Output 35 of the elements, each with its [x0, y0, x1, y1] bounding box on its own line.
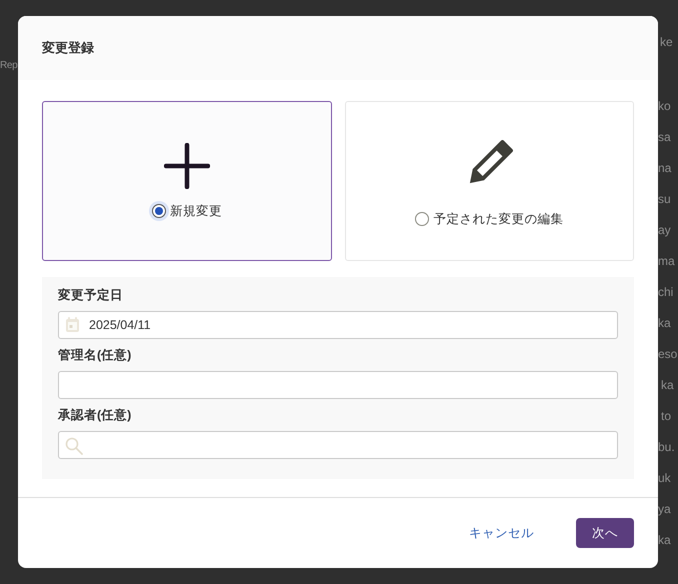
radio-button[interactable] [415, 212, 430, 226]
table-cell: sa [658, 130, 671, 144]
option-card[interactable]: 予定された変更の編集 [344, 101, 634, 261]
table-cell: eso [658, 346, 678, 360]
option-label: 新規変更 [170, 202, 222, 220]
table-cell: ka [661, 378, 674, 392]
table-cell: chi [658, 284, 674, 298]
next-button[interactable]: 次へ [576, 518, 634, 548]
input-field[interactable] [58, 371, 618, 399]
field-label: 変更予定日 [58, 287, 124, 304]
table-cell: ke [660, 35, 673, 49]
calendar-icon [65, 317, 80, 333]
radio-button[interactable] [152, 204, 166, 218]
option-label: 予定された変更の編集 [433, 210, 564, 228]
table-cell: na [658, 160, 672, 174]
table-cell: bu. [658, 440, 675, 454]
dialog-title: 変更登録 [42, 39, 94, 57]
cancel-button[interactable]: キャンセル [453, 518, 550, 548]
field-label: 管理名(任意) [58, 347, 132, 364]
search-icon [65, 437, 83, 455]
table-cell: ka [658, 316, 671, 330]
search-field[interactable] [58, 431, 618, 459]
table-cell: ko [658, 98, 671, 112]
table-cell: ma [658, 254, 675, 268]
option-card[interactable]: 新規変更 [42, 101, 332, 261]
table-cell: Rep [0, 60, 18, 70]
table-cell: ay [658, 222, 671, 236]
table-cell: uk [658, 470, 671, 484]
table-cell: to [661, 408, 672, 422]
plus-icon [164, 142, 210, 188]
date-field[interactable]: 2025/04/11 [58, 311, 618, 339]
table-cell: ka [658, 532, 671, 546]
field-label: 承認者(任意) [58, 407, 132, 424]
table-cell: su [658, 192, 671, 206]
table-cell: ya [658, 502, 671, 516]
